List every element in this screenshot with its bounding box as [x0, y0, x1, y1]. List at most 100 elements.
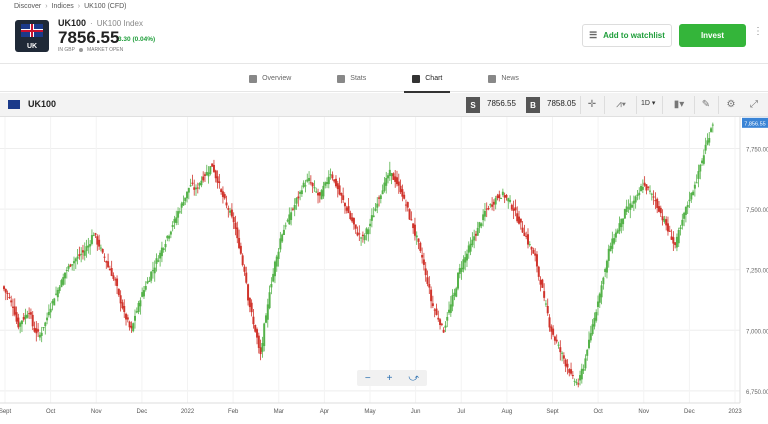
breadcrumb-discover[interactable]: Discover — [14, 3, 41, 10]
candle-body — [462, 259, 465, 270]
candle-body — [125, 313, 128, 320]
candle-body — [132, 323, 135, 332]
candle-body — [523, 232, 526, 237]
divider — [694, 96, 695, 114]
candle-body — [614, 232, 617, 238]
candle-body — [304, 185, 307, 187]
candle-body — [166, 235, 169, 239]
candle-body — [4, 289, 7, 293]
candle-body — [3, 286, 5, 290]
candle-body — [649, 190, 652, 192]
zoom-in-icon[interactable]: + — [387, 373, 393, 384]
candle-body — [200, 180, 203, 186]
x-tick-label: Nov — [91, 409, 102, 415]
candle-body — [227, 208, 230, 210]
divider — [662, 96, 663, 114]
candle-body — [272, 273, 275, 282]
candle-body — [559, 347, 562, 353]
candle-body — [390, 173, 393, 177]
tab-stats[interactable]: Stats — [329, 65, 374, 92]
candle-body — [315, 191, 318, 193]
candle-body — [313, 187, 316, 189]
candle-body — [566, 363, 569, 368]
candle-body — [665, 219, 668, 226]
buy-button[interactable]: B — [526, 97, 540, 113]
candle-body — [58, 287, 61, 291]
news-icon — [488, 74, 497, 83]
candle-body — [74, 258, 77, 262]
timeframe-select[interactable]: 1D ▾ — [641, 99, 655, 107]
invest-button[interactable]: Invest — [679, 24, 746, 47]
candle-body — [440, 323, 443, 325]
candle-body — [139, 300, 142, 307]
candle-body — [29, 312, 32, 315]
expand-icon[interactable]: ⤢ — [747, 98, 761, 112]
candle-body — [584, 358, 587, 369]
candle-body — [261, 343, 264, 352]
candle-body — [142, 290, 145, 297]
candle-body — [428, 284, 431, 288]
candle-body — [178, 211, 181, 213]
gear-icon[interactable]: ⚙ — [724, 98, 738, 112]
candle-body — [195, 187, 198, 190]
tab-overview[interactable]: Overview — [241, 65, 299, 92]
candle-body — [46, 317, 49, 321]
candle-body — [519, 218, 522, 223]
candle-body — [317, 192, 320, 196]
candle-body — [98, 239, 101, 247]
candle-body — [535, 254, 538, 267]
candle-body — [299, 191, 302, 194]
add-to-watchlist-button[interactable]: ☰ Add to watchlist — [582, 24, 672, 47]
candle-body — [697, 171, 700, 179]
candle-body — [695, 182, 698, 184]
candle-body — [334, 178, 337, 187]
candle-body — [191, 182, 194, 184]
draw-tool-icon[interactable]: ✎ — [699, 98, 713, 112]
candle-body — [60, 280, 63, 288]
candle-body — [324, 182, 327, 186]
tab-label: Chart — [425, 75, 443, 82]
candle-body — [422, 259, 425, 265]
breadcrumb-indices[interactable]: Indices — [52, 3, 74, 10]
candle-body — [252, 316, 255, 325]
candle-body — [87, 245, 90, 248]
crosshair-icon[interactable]: ✛ — [585, 98, 599, 112]
candle-body — [279, 238, 282, 250]
candle-body — [458, 268, 461, 274]
candle-body — [541, 279, 544, 288]
candle-body — [256, 329, 259, 338]
candle-body — [485, 208, 488, 210]
share-icon[interactable]: ⤻ — [408, 373, 419, 384]
candle-body — [123, 305, 126, 312]
more-options-icon[interactable]: ⋮ — [753, 27, 763, 37]
candle-body — [589, 333, 592, 341]
sell-button[interactable]: S — [466, 97, 480, 113]
candle-body — [117, 288, 120, 296]
candle-body — [480, 223, 483, 226]
candle-body — [259, 347, 262, 355]
candle-body — [146, 281, 149, 284]
x-tick-label: Sept — [546, 409, 559, 415]
zoom-out-icon[interactable]: − — [365, 373, 371, 384]
candle-body — [218, 181, 221, 184]
candle-body — [656, 198, 659, 208]
candle-body — [130, 325, 133, 329]
candle-body — [239, 245, 242, 254]
candle-body — [105, 261, 108, 263]
chart-type-icon[interactable]: ⩘▾ — [610, 98, 632, 112]
candle-body — [248, 297, 251, 308]
candle-body — [266, 304, 269, 320]
candle-body — [128, 321, 131, 328]
candle-body — [349, 212, 352, 220]
candle-body — [406, 202, 409, 208]
candle-body — [103, 256, 106, 258]
candle-body — [133, 315, 136, 321]
candles-icon[interactable]: ▮▾ — [668, 98, 690, 112]
x-tick-label: Oct — [46, 409, 56, 415]
tab-chart[interactable]: Chart — [404, 65, 451, 93]
price-chart[interactable]: 7,750.00 7,500.00 7,250.00 7,000.00 6,750.00… — [0, 117, 768, 419]
candle-body — [347, 206, 350, 214]
candle-body — [13, 306, 16, 315]
x-tick-label: Dec — [684, 409, 695, 415]
tab-news[interactable]: News — [480, 65, 527, 92]
